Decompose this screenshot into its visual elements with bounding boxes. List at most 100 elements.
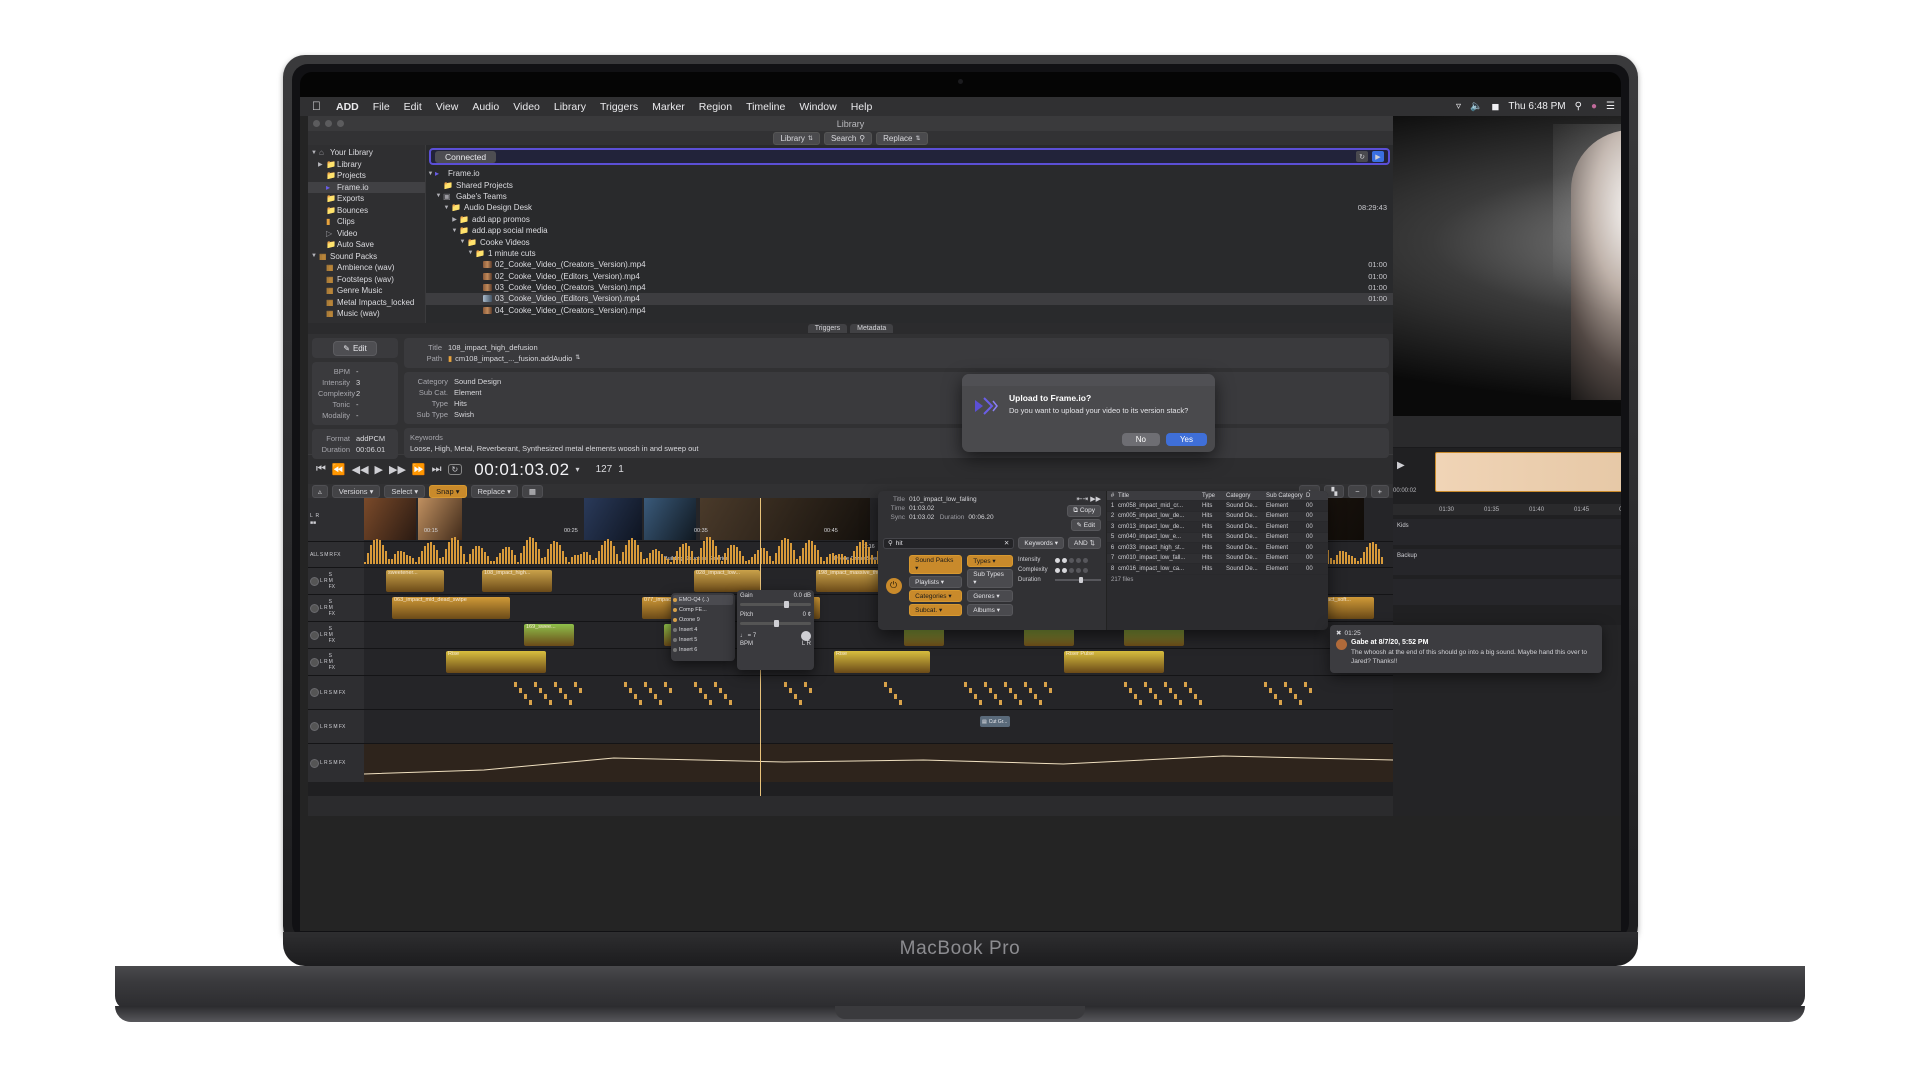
col-num[interactable]: # xyxy=(1107,493,1118,499)
smfx-label[interactable]: S M FX xyxy=(329,599,335,617)
insert-slot[interactable]: Ozone 9 xyxy=(673,615,733,625)
menu-item-add[interactable]: ADD xyxy=(329,101,366,113)
and-dropdown[interactable]: AND ⇅ xyxy=(1068,537,1101,549)
result-row[interactable]: 2 cm005_impact_low_de... Hits Sound De... El… xyxy=(1107,511,1328,522)
play-icon[interactable]: ▶ xyxy=(375,463,383,476)
tree-row[interactable]: 📁 Shared Projects xyxy=(426,179,1393,190)
inspector-panel[interactable]: ✎ Edit BPM - Intensity 3 Complexity 2 Tonic… xyxy=(308,334,1393,459)
insert-power-icon[interactable] xyxy=(673,638,677,642)
chevron-right-icon[interactable]: ▶ xyxy=(450,216,459,223)
sidebar-item-metal-impacts-locked[interactable]: ▦ Metal Impacts_locked xyxy=(308,297,425,309)
search-field[interactable] xyxy=(895,539,982,547)
tree-row[interactable]: ▼ 📁 Cooke Videos xyxy=(426,236,1393,247)
automation-track[interactable]: L RS M FX ▤ Cut Gr... xyxy=(308,710,1393,744)
insert-slot[interactable]: EMO-Q4 (..) xyxy=(673,595,733,605)
pan-knob[interactable] xyxy=(310,688,319,697)
copy-button[interactable]: ⧉ Copy xyxy=(1067,505,1101,517)
power-icon[interactable]: ⏻ xyxy=(885,577,902,594)
chevron-down-icon[interactable]: ▼ xyxy=(442,205,451,211)
col-subcategory[interactable]: Sub Category xyxy=(1266,493,1306,499)
complexity-dots[interactable] xyxy=(1055,567,1088,573)
filter-sound-packs[interactable]: Sound Packs ▾ xyxy=(909,555,963,574)
sidebar-item-ambience-wav[interactable]: ▦ Ambience (wav) xyxy=(308,262,425,274)
menu-item-view[interactable]: View xyxy=(429,101,466,113)
meter-display[interactable]: 1 xyxy=(618,464,624,475)
timeline-clip[interactable]: Rise xyxy=(834,651,930,673)
audio-track-header[interactable]: L R S M FX xyxy=(308,595,364,621)
refresh-icon[interactable]: ↻ xyxy=(1356,151,1368,162)
tree-row[interactable]: ▼ 📁 1 minute cuts xyxy=(426,248,1393,259)
timeline-clip[interactable]: Rise xyxy=(446,651,546,673)
smfx-label[interactable]: S M FX xyxy=(329,626,335,644)
video-track-header[interactable]: L R ■■ xyxy=(308,498,364,541)
filter-categories[interactable]: Categories ▾ xyxy=(909,590,963,602)
video-thumb[interactable] xyxy=(364,498,416,540)
insert-power-icon[interactable] xyxy=(673,628,677,632)
chevron-down-icon[interactable]: ▼ xyxy=(426,171,435,177)
filter-albums[interactable]: Albums ▾ xyxy=(967,604,1013,616)
sidebar-item-clips[interactable]: ▮ Clips xyxy=(308,216,425,228)
insert-slot[interactable]: Insert 4 xyxy=(673,625,733,635)
menu-item-edit[interactable]: Edit xyxy=(397,101,429,113)
sidebar-item-footsteps-wav[interactable]: ▦ Footsteps (wav) xyxy=(308,274,425,286)
video-clip-row[interactable]: ▶ 00:00:02 xyxy=(1393,448,1621,504)
edit-button[interactable]: ✎ Edit xyxy=(1070,519,1101,531)
tab-triggers[interactable]: Triggers xyxy=(807,324,848,333)
keywords-dropdown[interactable]: Keywords ▾ xyxy=(1018,537,1064,549)
chevron-down-icon[interactable]: ▼ xyxy=(450,228,459,234)
control-center-icon[interactable]: ☰ xyxy=(1606,101,1615,112)
library-button[interactable]: Library ⇅ xyxy=(773,131,820,145)
volume-track-header[interactable]: L RS M FX xyxy=(308,744,364,782)
gain-slider[interactable] xyxy=(740,601,811,608)
next-icon[interactable]: ▶▶ xyxy=(389,463,406,476)
menu-versions[interactable]: Versions ▾ xyxy=(331,484,381,498)
audio-track[interactable]: L RSMFXRiseRiseRiser PulseRise xyxy=(308,649,1393,676)
region-badge[interactable]: ▤ Cut Gr... xyxy=(980,716,1010,727)
sidebar-item-your-library[interactable]: ▼ ⌂ Your Library xyxy=(308,147,425,159)
timeline-clip[interactable]: 063_impact_mid_dead_swipe xyxy=(392,597,510,619)
timeline-clip[interactable]: sweetener... xyxy=(386,570,444,592)
no-button[interactable]: No xyxy=(1121,433,1160,446)
sidebar-item-music-wav[interactable]: ▦ Music (wav) xyxy=(308,308,425,320)
col-duration[interactable]: D xyxy=(1306,493,1322,499)
chevron-down-icon[interactable]: ▼ xyxy=(458,239,467,245)
menu-item-file[interactable]: File xyxy=(366,101,397,113)
apple-logo-icon[interactable]:  xyxy=(308,99,329,114)
zoom-in-icon[interactable]: + xyxy=(1370,484,1389,498)
sidebar[interactable]: ▼ ⌂ Your Library ▶ 📁 Library 📁 Projects ▸ Frame.i… xyxy=(308,145,426,323)
rec-label[interactable]: R xyxy=(329,552,333,558)
volume-automation-track[interactable]: L RS M FX xyxy=(308,744,1393,782)
timecode-display[interactable]: 00:01:03.02 xyxy=(474,460,569,480)
result-row[interactable]: 8 cm016_impact_low_ca... Hits Sound De... El… xyxy=(1107,564,1328,575)
timeline-clip[interactable]: 169_swee... xyxy=(524,624,574,646)
duration-slider[interactable] xyxy=(1055,577,1101,583)
pan-knob[interactable] xyxy=(310,603,319,613)
col-type[interactable]: Type xyxy=(1202,493,1226,499)
tree-row[interactable]: 02_Cooke_Video_(Editors_Version).mp4 01:0… xyxy=(426,271,1393,282)
wifi-icon[interactable]: ▿ xyxy=(1456,101,1461,112)
menu-replace[interactable]: Replace ▾ xyxy=(470,484,518,498)
pointer-tool-icon[interactable]: ▵ xyxy=(312,484,328,498)
chevron-down-icon[interactable]: ▼ xyxy=(311,150,319,156)
result-row[interactable]: 1 cm058_impact_mid_cr... Hits Sound De... El… xyxy=(1107,501,1328,512)
zoom-out-icon[interactable]: − xyxy=(1348,484,1367,498)
smfx-label[interactable]: S M FX xyxy=(329,572,335,590)
chevron-down-icon[interactable]: ▾ xyxy=(576,465,580,474)
sidebar-item-genre-music[interactable]: ▦ Genre Music xyxy=(308,285,425,297)
search-button[interactable]: Search ⚲ xyxy=(823,131,873,145)
video-thumb[interactable] xyxy=(700,498,870,540)
tree-row[interactable]: 03_Cooke_Video_(Editors_Version).mp4 01:0… xyxy=(426,293,1393,305)
volume-icon[interactable]: 🔈 xyxy=(1470,101,1482,112)
filter-types[interactable]: Types ▾ xyxy=(967,555,1013,567)
sidebar-item-exports[interactable]: 📁 Exports xyxy=(308,193,425,205)
search-icon[interactable]: ⚲ xyxy=(1575,101,1582,112)
menu-item-video[interactable]: Video xyxy=(506,101,547,113)
clear-search-icon[interactable]: ✕ xyxy=(1004,539,1009,547)
chevron-right-icon[interactable]: ▶ xyxy=(318,161,326,168)
result-row[interactable]: 3 cm013_impact_low_de... Hits Sound De... El… xyxy=(1107,522,1328,533)
result-row[interactable]: 7 cm010_impact_low_fall... Hits Sound De...… xyxy=(1107,553,1328,564)
audio-strip[interactable]: 72 xyxy=(1393,416,1621,448)
chevron-updown-icon[interactable]: ⇅ xyxy=(575,353,580,364)
sidebar-item-library[interactable]: ▶ 📁 Library xyxy=(308,159,425,171)
sidebar-item-video[interactable]: ▷ Video xyxy=(308,228,425,240)
